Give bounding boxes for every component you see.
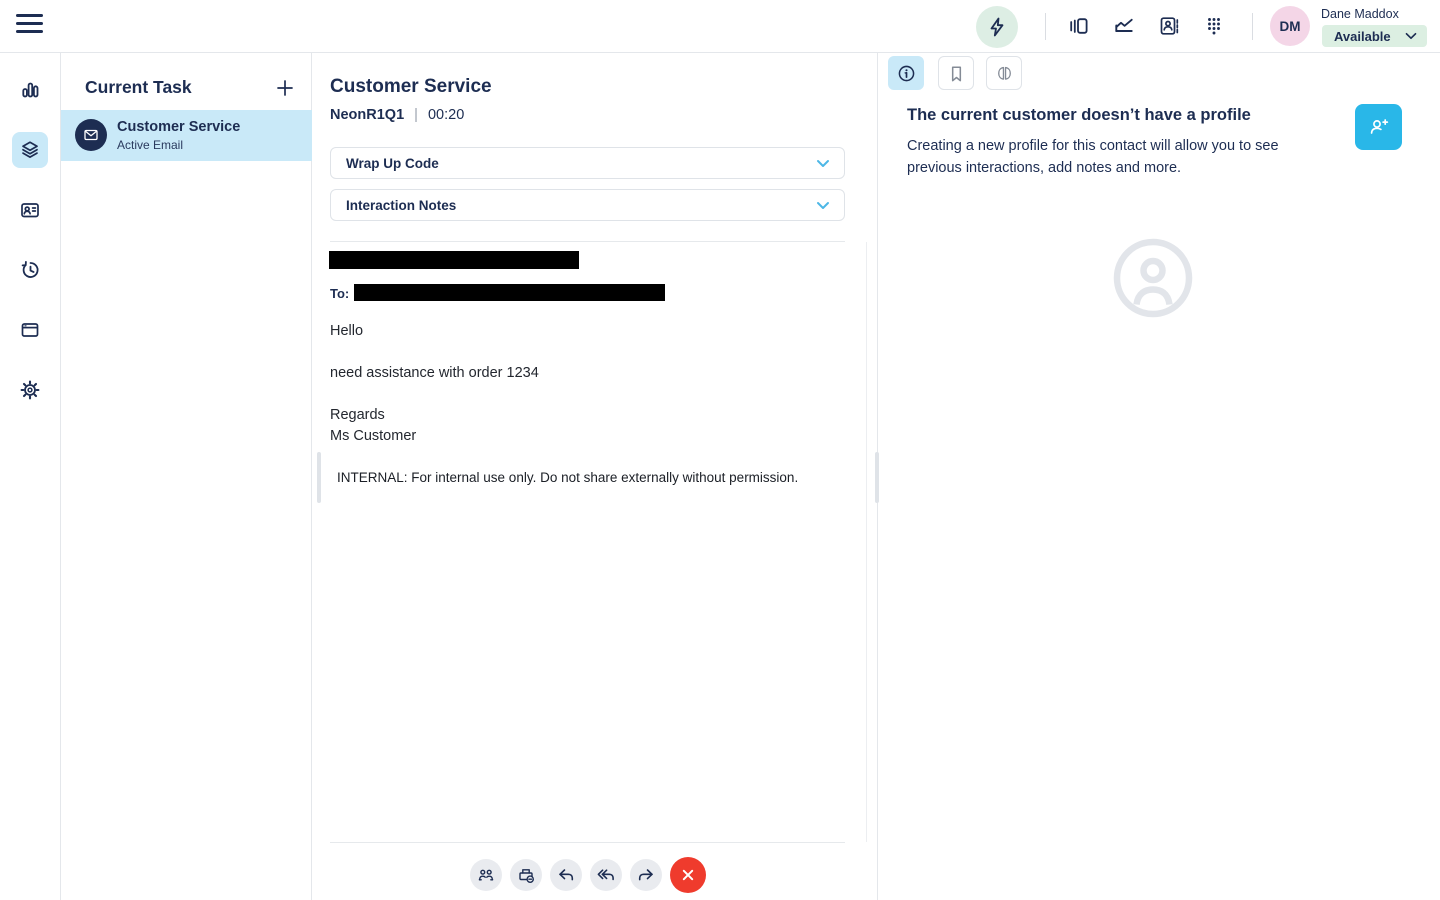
wrap-up-code-label: Wrap Up Code xyxy=(346,155,439,171)
panel-resize-handle-left[interactable] xyxy=(317,452,321,503)
current-task-panel: Current Task Customer Service Active Ema… xyxy=(60,53,312,900)
history-icon[interactable] xyxy=(12,252,48,288)
park-email-icon[interactable] xyxy=(510,859,542,891)
disconnect-icon[interactable] xyxy=(670,857,706,893)
top-bar: DM Dane Maddox Available xyxy=(0,0,1440,53)
performance-chart-icon[interactable] xyxy=(1112,14,1136,38)
redacted-subject xyxy=(329,251,579,269)
chevron-down-icon xyxy=(817,159,829,167)
interaction-meta: NeonR1Q1 | 00:20 xyxy=(330,107,464,123)
reply-all-icon[interactable] xyxy=(590,859,622,891)
task-item-title: Customer Service xyxy=(117,119,241,135)
wrap-up-code-dropdown[interactable]: Wrap Up Code xyxy=(330,147,845,179)
add-task-icon[interactable] xyxy=(273,74,301,102)
no-profile-description: Creating a new profile for this contact … xyxy=(907,138,1279,176)
directory-icon[interactable] xyxy=(1157,14,1181,38)
tab-info-icon[interactable] xyxy=(888,56,924,90)
divider xyxy=(1045,13,1046,40)
forward-icon[interactable] xyxy=(630,859,662,891)
toolbar-divider xyxy=(330,842,845,843)
status-dropdown[interactable]: Available xyxy=(1322,25,1427,47)
app-window: DM Dane Maddox Available Current Task Cu… xyxy=(0,0,1440,900)
redacted-recipient xyxy=(354,284,665,301)
status-label: Available xyxy=(1334,28,1391,44)
person-add-icon xyxy=(1370,119,1388,134)
email-icon xyxy=(75,119,107,151)
window-icon[interactable] xyxy=(12,312,48,348)
user-name: Dane Maddox xyxy=(1321,7,1399,21)
email-greeting: Hello xyxy=(330,323,364,339)
divider xyxy=(1252,13,1253,40)
interaction-title: Customer Service xyxy=(330,76,492,97)
customer-profile-panel: The current customer doesn’t have a prof… xyxy=(878,53,1440,900)
interaction-notes-label: Interaction Notes xyxy=(346,197,457,213)
internal-note: INTERNAL: For internal use only. Do not … xyxy=(337,470,799,485)
email-signature: Ms Customer xyxy=(330,428,417,444)
scrollbar-track[interactable] xyxy=(866,242,867,842)
task-item-customer-service[interactable]: Customer Service Active Email xyxy=(61,110,312,161)
chevron-down-icon xyxy=(817,201,829,209)
activity-chart-icon[interactable] xyxy=(12,72,48,108)
profile-placeholder-icon xyxy=(1113,238,1193,318)
panel-resize-handle-right[interactable] xyxy=(875,452,879,503)
menu-icon[interactable] xyxy=(16,14,44,38)
chevron-down-icon xyxy=(1405,32,1416,40)
queue-name: NeonR1Q1 xyxy=(330,107,405,123)
email-to-label: To: xyxy=(330,286,350,301)
interaction-timer: 00:20 xyxy=(427,107,465,123)
interactions-layers-icon[interactable] xyxy=(12,132,48,168)
email-body-line: need assistance with order 1234 xyxy=(330,365,539,381)
user-avatar[interactable]: DM xyxy=(1270,6,1310,46)
transfer-icon[interactable] xyxy=(470,859,502,891)
interaction-panel: Customer Service NeonR1Q1 | 00:20 Wrap U… xyxy=(313,53,877,900)
lightning-icon[interactable] xyxy=(976,6,1018,48)
email-toolbar xyxy=(470,857,706,893)
dialpad-icon[interactable] xyxy=(1202,14,1226,38)
panels-icon[interactable] xyxy=(1067,14,1091,38)
task-item-subtitle: Active Email xyxy=(117,138,184,152)
interaction-notes-dropdown[interactable]: Interaction Notes xyxy=(330,189,845,221)
no-profile-heading: The current customer doesn’t have a prof… xyxy=(907,106,1251,124)
reply-icon[interactable] xyxy=(550,859,582,891)
email-header-divider xyxy=(330,241,845,242)
tab-bookmark-icon[interactable] xyxy=(938,56,974,90)
meta-separator: | xyxy=(414,107,418,123)
task-panel-title: Current Task xyxy=(85,77,192,97)
email-signoff: Regards xyxy=(330,407,385,423)
create-profile-button[interactable] xyxy=(1355,104,1402,150)
settings-gear-icon[interactable] xyxy=(12,372,48,408)
tab-brain-icon[interactable] xyxy=(986,56,1022,90)
contact-card-icon[interactable] xyxy=(12,192,48,228)
left-nav-rail xyxy=(0,53,60,900)
